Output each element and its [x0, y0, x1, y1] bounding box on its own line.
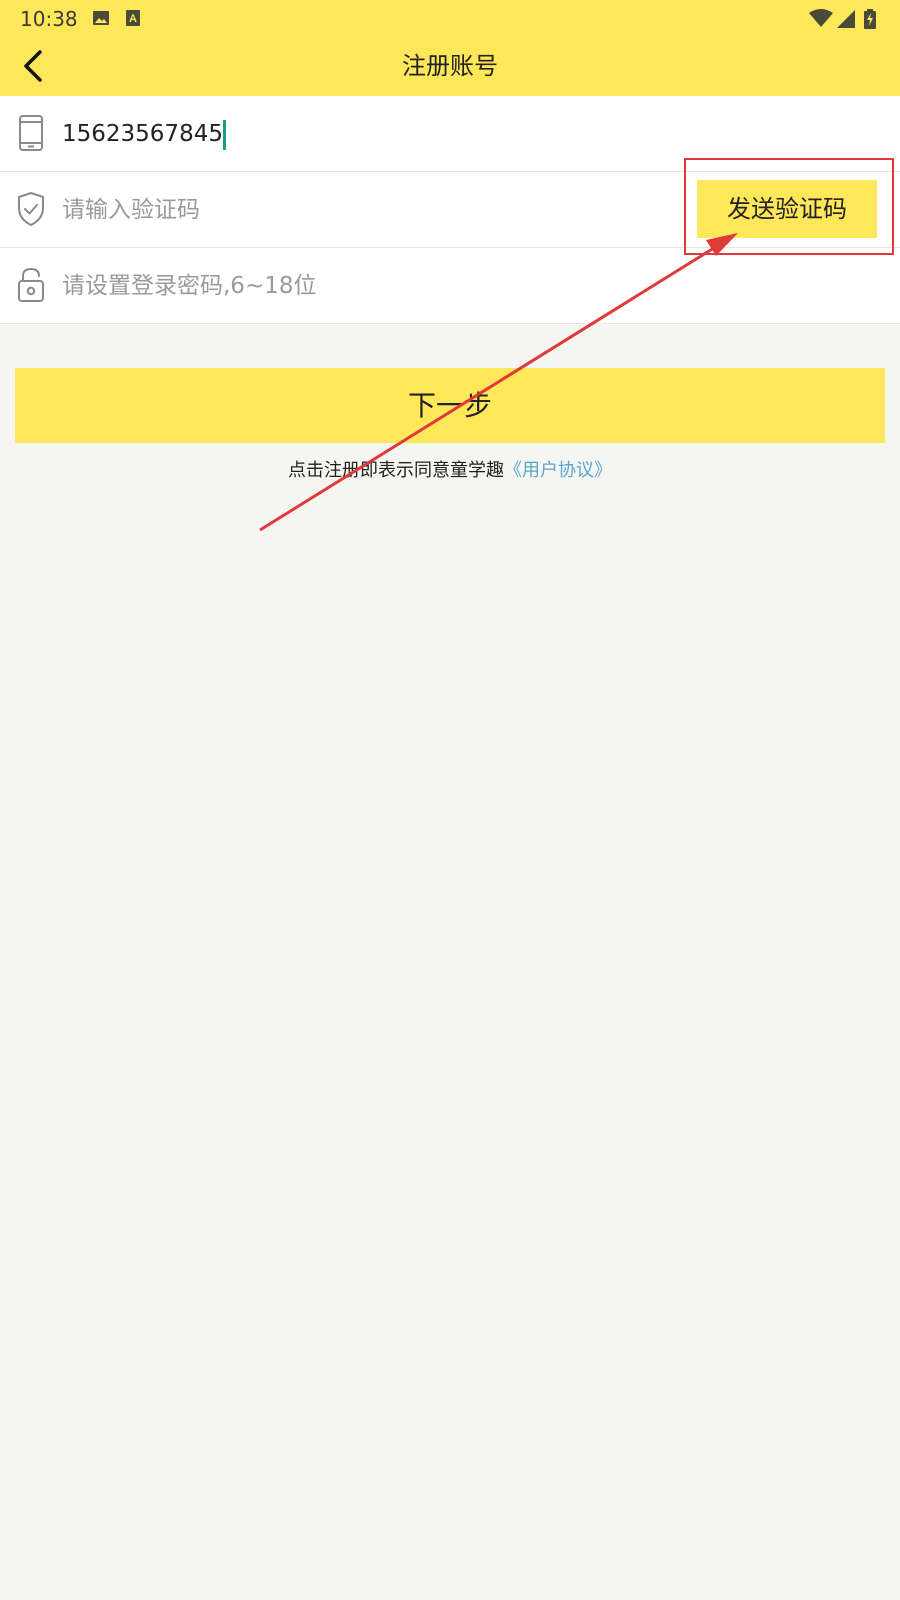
signal-icon	[837, 10, 855, 28]
svg-text:A: A	[129, 13, 137, 25]
code-input[interactable]: 请输入验证码	[62, 190, 200, 230]
annotation-highlight-box	[684, 158, 894, 255]
phone-icon	[19, 115, 43, 151]
text-a-icon: A	[126, 10, 140, 26]
page-title: 注册账号	[402, 52, 498, 80]
text-caret	[222, 119, 226, 150]
wifi-icon	[809, 9, 833, 27]
next-step-button[interactable]: 下一步	[15, 368, 885, 443]
unlock-icon	[18, 267, 44, 302]
status-time: 10:38	[20, 7, 78, 31]
agreement-label: 点击注册即表示同意童学趣	[288, 460, 504, 481]
user-agreement-link[interactable]: 《用户协议》	[504, 460, 612, 481]
image-icon	[93, 11, 109, 25]
shield-check-icon	[18, 192, 44, 226]
password-input[interactable]: 请设置登录密码,6~18位	[62, 266, 316, 306]
phone-value: 15623567845	[62, 121, 223, 147]
password-row: 请设置登录密码,6~18位	[0, 248, 900, 324]
phone-input[interactable]: 15623567845	[62, 114, 226, 154]
agreement-text: 点击注册即表示同意童学趣《用户协议》	[0, 458, 900, 484]
app-header: 10:38 A 注册账号	[0, 0, 900, 96]
battery-charging-icon	[864, 9, 876, 29]
